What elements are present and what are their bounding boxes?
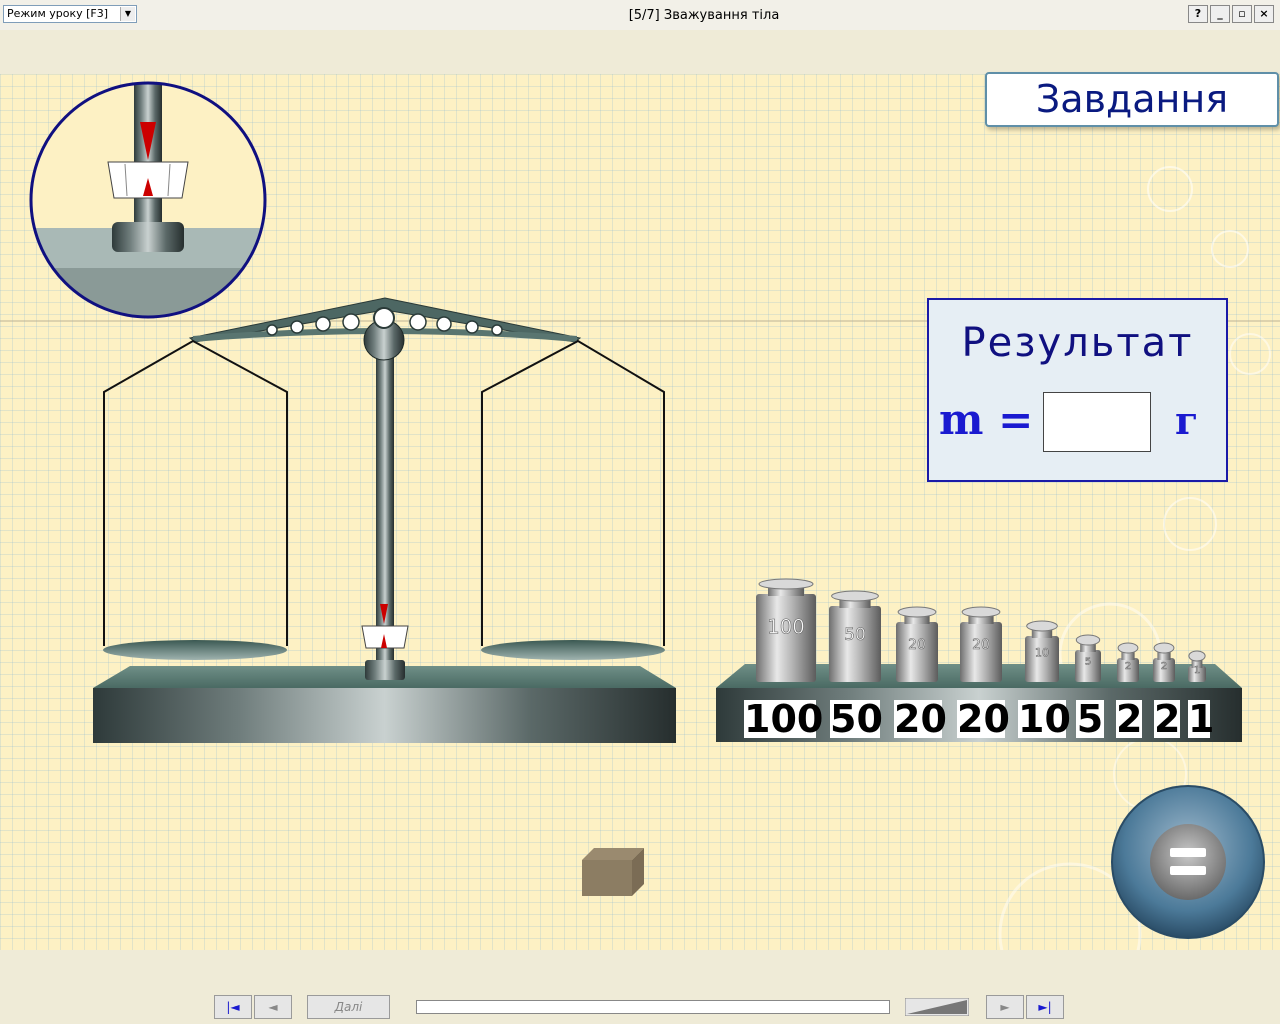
volume-slider[interactable] — [905, 998, 969, 1016]
weight-5[interactable]: 5 — [1075, 634, 1101, 682]
weight-20[interactable]: 20 — [960, 606, 1002, 682]
weight-engraving: 1 — [1194, 665, 1200, 676]
weight-engraving: 20 — [972, 637, 990, 653]
next-button[interactable]: ► — [986, 995, 1024, 1019]
task-button[interactable]: Завдання — [985, 72, 1279, 127]
weight-label[interactable]: 50 — [830, 700, 883, 738]
weight-engraving: 100 — [767, 616, 805, 639]
arrow-left-icon: ◄ — [268, 1000, 278, 1014]
left-pan[interactable] — [103, 339, 288, 660]
weight-label[interactable]: 5 — [1076, 700, 1104, 738]
weight-100[interactable]: 100 — [756, 578, 816, 682]
result-panel: Результат m = г — [927, 298, 1228, 482]
last-button[interactable]: ►| — [1026, 995, 1064, 1019]
mass-label: m = — [939, 395, 1034, 444]
weight-engraving: 20 — [908, 637, 926, 653]
weight-label[interactable]: 20 — [894, 700, 947, 738]
skip-forward-icon: ►| — [1038, 1000, 1052, 1014]
weight-label[interactable]: 2 — [1154, 700, 1180, 738]
mass-input[interactable] — [1043, 392, 1151, 452]
equals-button[interactable] — [1111, 785, 1265, 939]
mass-unit: г — [1175, 398, 1199, 443]
pointer-magnifier — [29, 81, 267, 319]
weight-engraving: 10 — [1035, 647, 1049, 660]
weight-50[interactable]: 50 — [829, 590, 881, 682]
balance-beam — [188, 297, 582, 361]
next-text-button[interactable]: Далі — [307, 995, 390, 1019]
skip-back-icon: |◄ — [226, 1000, 240, 1014]
weight-2[interactable]: 2 — [1153, 642, 1175, 682]
weight-2[interactable]: 2 — [1117, 642, 1139, 682]
progress-track[interactable] — [416, 1000, 890, 1014]
weight-20[interactable]: 20 — [896, 606, 938, 682]
prev-button[interactable]: ◄ — [254, 995, 292, 1019]
weight-10[interactable]: 10 — [1025, 620, 1059, 682]
weight-label[interactable]: 20 — [957, 700, 1010, 738]
weight-label[interactable]: 10 — [1018, 700, 1071, 738]
first-button[interactable]: |◄ — [214, 995, 252, 1019]
weight-engraving: 5 — [1085, 656, 1091, 667]
weight-label[interactable]: 1 — [1188, 700, 1214, 738]
balance-column — [361, 340, 409, 680]
weight-1[interactable]: 1 — [1188, 650, 1206, 682]
weight-engraving: 2 — [1125, 661, 1131, 672]
weight-label[interactable]: 2 — [1116, 700, 1142, 738]
right-pan[interactable] — [481, 339, 665, 660]
result-title: Результат — [961, 320, 1194, 366]
balance-scene: 100 50 20 20105 2 2 1 — [29, 81, 1265, 939]
arrow-right-icon: ► — [1000, 1000, 1010, 1014]
weight-engraving: 2 — [1161, 661, 1167, 672]
object-cube[interactable] — [582, 848, 644, 896]
weight-label[interactable]: 100 — [744, 700, 823, 738]
weight-engraving: 50 — [844, 625, 866, 645]
